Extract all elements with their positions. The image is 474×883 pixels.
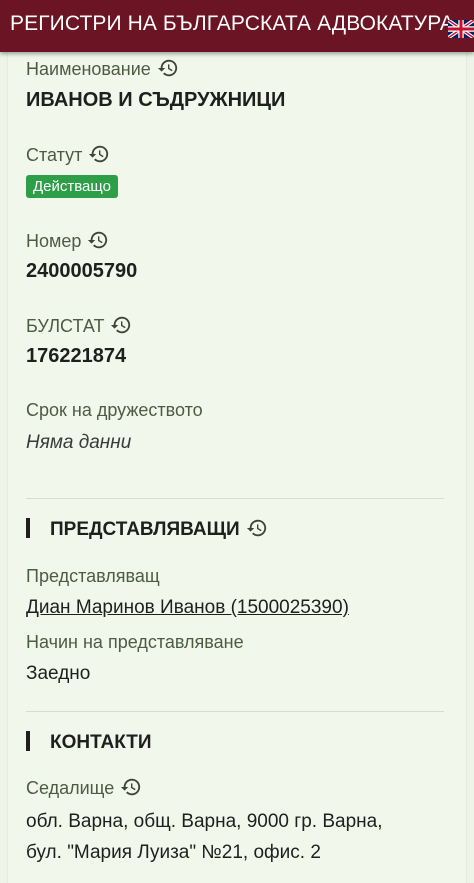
history-icon[interactable] [110, 314, 132, 336]
status-badge: Действащо [26, 175, 118, 198]
section-marker [26, 731, 30, 751]
representative-label: Представляващ [26, 566, 160, 586]
divider [26, 498, 444, 499]
register-content: Наименование ИВАНОВ И СЪДРУЖНИЦИ Статут … [0, 52, 474, 883]
bulstat-field-value: 176221874 [26, 345, 127, 367]
bulstat-field-label: БУЛСТАТ [26, 314, 132, 337]
divider [26, 711, 444, 712]
status-field-label: Статут [26, 143, 110, 166]
history-icon[interactable] [120, 776, 142, 798]
number-field-value: 2400005790 [26, 260, 138, 282]
representative-link[interactable]: Диан Маринов Иванов (1500025390) [26, 597, 349, 619]
seat-address-line-2: бул. "Мария Луиза" №21, офис. 2 [26, 842, 321, 863]
seat-address-line-1: обл. Варна, общ. Варна, 9000 гр. Варна, [26, 811, 383, 832]
history-icon[interactable] [246, 517, 268, 539]
section-marker [26, 518, 30, 538]
seat-field-label: Седалище [26, 776, 142, 799]
app-title: РЕГИСТРИ НА БЪЛГАРСКАТА АДВОКАТУРА [10, 12, 455, 35]
history-icon[interactable] [87, 229, 109, 251]
term-field-value: Няма данни [26, 432, 132, 453]
representatives-heading: ПРЕДСТАВЛЯВАЩИ [26, 517, 268, 541]
history-icon[interactable] [157, 57, 179, 79]
history-icon[interactable] [88, 143, 110, 165]
name-field-label: Наименование [26, 57, 179, 80]
app-header: РЕГИСТРИ НА БЪЛГАРСКАТА АДВОКАТУРА [0, 0, 474, 52]
contacts-heading: КОНТАКТИ [26, 731, 152, 754]
uk-flag-icon[interactable] [448, 20, 474, 38]
term-field-label: Срок на дружеството [26, 400, 203, 420]
representation-method-value: Заедно [26, 663, 91, 684]
representation-method-label: Начин на представляване [26, 632, 244, 652]
number-field-label: Номер [26, 229, 109, 252]
name-field-value: ИВАНОВ И СЪДРУЖНИЦИ [26, 89, 286, 111]
